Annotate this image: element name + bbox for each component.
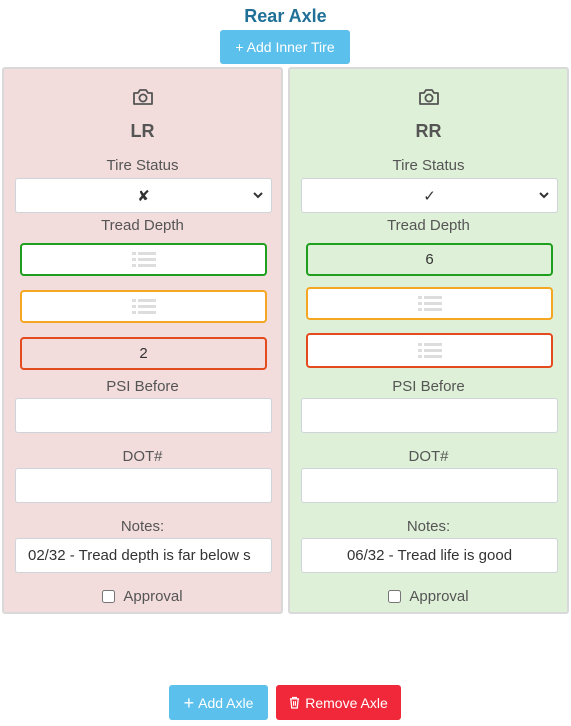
tread-depth-orange-input[interactable]	[20, 290, 267, 323]
tire-status-label: Tire Status	[392, 157, 465, 174]
tire-card-rr: RR Tire Status ✓ Tread Depth 6 PSI Befor…	[288, 67, 569, 614]
tread-depth-value: 2	[139, 345, 148, 362]
notes-label: Notes:	[120, 518, 165, 535]
chevron-down-icon	[539, 192, 549, 199]
notes-input[interactable]: 02/32 - Tread depth is far below s	[15, 538, 272, 573]
notes-label: Notes:	[406, 518, 451, 535]
psi-before-input[interactable]	[301, 398, 558, 433]
tire-status-value: ✓	[423, 187, 436, 205]
tread-depth-label: Tread Depth	[101, 217, 184, 234]
camera-icon[interactable]	[132, 88, 154, 106]
approval-label: Approval	[409, 588, 469, 605]
remove-axle-label: Remove Axle	[305, 694, 388, 711]
remove-axle-button[interactable]: Remove Axle	[276, 685, 401, 720]
add-axle-button[interactable]: + Add Axle	[169, 685, 268, 720]
approval-checkbox[interactable]: Approval	[4, 588, 281, 605]
tread-depth-red-input[interactable]	[306, 333, 553, 368]
psi-before-input[interactable]	[15, 398, 272, 433]
tread-depth-green-input[interactable]	[20, 243, 267, 276]
list-icon	[417, 295, 442, 311]
axle-title: Rear Axle	[244, 6, 327, 26]
approval-checkbox-box[interactable]	[102, 590, 116, 603]
chevron-down-icon	[253, 192, 263, 199]
trash-icon	[290, 696, 300, 709]
notes-input[interactable]: 06/32 - Tread life is good	[301, 538, 558, 573]
add-inner-tire-button[interactable]: + Add Inner Tire	[220, 30, 350, 64]
dot-label: DOT#	[122, 448, 163, 465]
tire-status-value: ✘	[137, 187, 150, 205]
tire-status-select[interactable]: ✘	[15, 178, 272, 213]
list-icon	[131, 298, 156, 314]
dot-label: DOT#	[408, 448, 449, 465]
psi-before-label: PSI Before	[106, 378, 179, 395]
tread-depth-green-input[interactable]: 6	[306, 243, 553, 276]
approval-checkbox-box[interactable]	[388, 590, 402, 603]
plus-icon: +	[183, 692, 195, 713]
tread-depth-red-input[interactable]: 2	[20, 337, 267, 370]
tire-position-label: RR	[415, 121, 442, 141]
tread-depth-value: 6	[425, 251, 434, 268]
tread-depth-label: Tread Depth	[387, 217, 470, 234]
camera-icon[interactable]	[418, 88, 440, 106]
dot-input[interactable]	[301, 468, 558, 503]
list-icon	[417, 342, 442, 358]
approval-checkbox[interactable]: Approval	[290, 588, 567, 605]
dot-input[interactable]	[15, 468, 272, 503]
psi-before-label: PSI Before	[392, 378, 465, 395]
approval-label: Approval	[123, 588, 183, 605]
add-axle-label: Add Axle	[198, 694, 254, 711]
tire-status-select[interactable]: ✓	[301, 178, 558, 213]
tire-position-label: LR	[130, 121, 155, 141]
tire-card-lr: LR Tire Status ✘ Tread Depth 2 PSI Befor…	[2, 67, 283, 614]
tread-depth-orange-input[interactable]	[306, 287, 553, 320]
list-icon	[131, 251, 156, 267]
tire-status-label: Tire Status	[106, 157, 179, 174]
